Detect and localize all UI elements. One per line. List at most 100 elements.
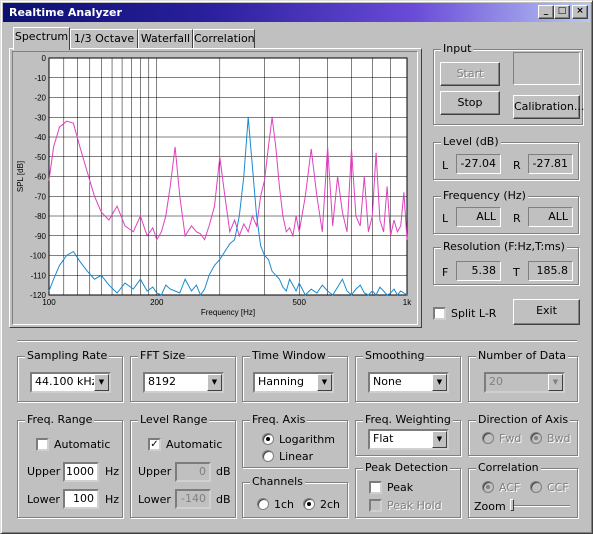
split-lr-label: Split L-R bbox=[451, 307, 497, 320]
fwd-radio[interactable] bbox=[482, 432, 494, 444]
number-of-data-select[interactable]: 20 ▼ bbox=[484, 372, 565, 393]
fwd-label: Fwd bbox=[499, 432, 522, 445]
resolution-t-value: 185.8 bbox=[528, 261, 573, 281]
chevron-down-icon[interactable]: ▼ bbox=[548, 374, 563, 391]
freq-range-label: Freq. Range bbox=[25, 413, 95, 426]
chevron-down-icon[interactable]: ▼ bbox=[94, 374, 109, 391]
x-tick-label: 1k bbox=[403, 298, 412, 307]
level-range-automatic-label: Automatic bbox=[166, 438, 223, 451]
freq-lower-unit: Hz bbox=[105, 493, 120, 506]
analyzer-window: Realtime Analyzer _ □ × Spectrum 1/3 Oct… bbox=[0, 0, 593, 534]
stop-button[interactable]: Stop bbox=[440, 91, 500, 115]
level-l-value: -27.04 bbox=[456, 154, 501, 174]
y-tick-label: -40 bbox=[34, 133, 46, 142]
maximize-button[interactable]: □ bbox=[554, 5, 570, 19]
level-l-label: L bbox=[442, 159, 449, 172]
fft-size-value: 8192 bbox=[148, 375, 176, 388]
chevron-down-icon[interactable]: ▼ bbox=[207, 374, 222, 391]
close-button[interactable]: × bbox=[572, 5, 588, 19]
split-lr-checkbox[interactable] bbox=[433, 307, 446, 320]
sampling-rate-select[interactable]: 44.100 kHz ▼ bbox=[30, 372, 111, 393]
smoothing-select[interactable]: None ▼ bbox=[368, 372, 449, 393]
freq-axis-label: Freq. Axis bbox=[250, 413, 308, 426]
number-of-data-value: 20 bbox=[489, 375, 503, 388]
logarithm-radio[interactable] bbox=[262, 433, 274, 445]
channel-1-label: 1ch bbox=[274, 498, 295, 511]
x-tick-label: 200 bbox=[150, 298, 164, 307]
y-axis-label: SPL [dB] bbox=[16, 161, 25, 192]
y-tick-label: -50 bbox=[34, 153, 46, 162]
freq-lower-input[interactable]: 100 bbox=[63, 489, 99, 509]
freq-upper-input[interactable]: 1000 bbox=[63, 462, 99, 482]
freq-range-automatic-checkbox[interactable] bbox=[36, 438, 49, 451]
level-upper-unit: dB bbox=[216, 465, 231, 478]
y-tick-label: -10 bbox=[34, 74, 46, 83]
level-group-label: Level (dB) bbox=[441, 135, 501, 148]
level-lower-label: Lower bbox=[138, 493, 171, 506]
tab-waterfall[interactable]: Waterfall bbox=[138, 29, 193, 49]
input-group-label: Input bbox=[441, 42, 474, 55]
y-tick-label: -60 bbox=[34, 173, 46, 182]
plot-frame: 0 -10 -20 -30 -40 -50 -60 -70 -80 -90 -100 -110 -120… bbox=[12, 51, 418, 325]
channels-label: Channels bbox=[250, 475, 305, 488]
chevron-down-icon[interactable]: ▼ bbox=[432, 431, 447, 448]
channel-2-label: 2ch bbox=[320, 498, 341, 511]
sampling-rate-value: 44.100 kHz bbox=[35, 375, 98, 388]
channel-2-radio[interactable] bbox=[303, 498, 315, 510]
peak-hold-checkbox[interactable] bbox=[369, 499, 382, 512]
frequency-l-value: ALL bbox=[456, 207, 501, 227]
level-r-label: R bbox=[513, 159, 521, 172]
freq-weighting-select[interactable]: Flat ▼ bbox=[368, 429, 449, 450]
bwd-radio[interactable] bbox=[530, 432, 542, 444]
freq-weighting-value: Flat bbox=[373, 432, 394, 445]
zoom-label: Zoom bbox=[474, 500, 506, 513]
level-lower-unit: dB bbox=[216, 493, 231, 506]
level-lower-input[interactable]: -140 bbox=[175, 489, 211, 509]
resolution-t-label: T bbox=[513, 266, 520, 279]
level-upper-label: Upper bbox=[138, 465, 172, 478]
zoom-slider-thumb[interactable] bbox=[510, 499, 514, 511]
y-tick-label: -80 bbox=[34, 212, 46, 221]
y-tick-label: -110 bbox=[31, 271, 47, 280]
freq-range-automatic-label: Automatic bbox=[54, 438, 111, 451]
level-range-automatic-checkbox[interactable]: ✓ bbox=[148, 438, 161, 451]
title-bar[interactable]: Realtime Analyzer _ □ × bbox=[3, 3, 590, 22]
level-upper-input[interactable]: 0 bbox=[175, 462, 211, 482]
zoom-slider-track[interactable] bbox=[510, 505, 570, 507]
peak-label: Peak bbox=[387, 481, 414, 494]
level-range-label: Level Range bbox=[138, 413, 210, 426]
calibration-button[interactable]: Calibration... bbox=[513, 95, 584, 119]
fft-size-label: FFT Size bbox=[138, 349, 188, 362]
chevron-down-icon[interactable]: ▼ bbox=[317, 374, 332, 391]
y-tick-label: 0 bbox=[42, 54, 47, 63]
resolution-f-value: 5.38 bbox=[456, 261, 501, 281]
acf-label: ACF bbox=[499, 481, 521, 494]
tab-spectrum[interactable]: Spectrum bbox=[13, 27, 70, 50]
time-window-value: Hanning bbox=[258, 375, 304, 388]
window-title: Realtime Analyzer bbox=[9, 6, 122, 19]
separator bbox=[17, 340, 577, 342]
linear-label: Linear bbox=[279, 450, 314, 463]
exit-button[interactable]: Exit bbox=[513, 299, 580, 325]
direction-of-axis-label: Direction of Axis bbox=[476, 413, 571, 426]
linear-radio[interactable] bbox=[262, 450, 274, 462]
x-tick-label: 100 bbox=[42, 298, 56, 307]
start-button[interactable]: Start bbox=[440, 62, 500, 86]
fft-size-select[interactable]: 8192 ▼ bbox=[143, 372, 224, 393]
time-window-label: Time Window bbox=[250, 349, 328, 362]
acf-radio[interactable] bbox=[482, 481, 494, 493]
channel-1-radio[interactable] bbox=[257, 498, 269, 510]
ccf-label: CCF bbox=[547, 481, 569, 494]
chevron-down-icon[interactable]: ▼ bbox=[432, 374, 447, 391]
ccf-radio[interactable] bbox=[530, 481, 542, 493]
sampling-rate-label: Sampling Rate bbox=[25, 349, 110, 362]
peak-checkbox[interactable] bbox=[369, 481, 382, 494]
tab-correlation[interactable]: Correlation bbox=[193, 29, 255, 49]
tab-third-octave[interactable]: 1/3 Octave bbox=[70, 29, 138, 49]
frequency-l-label: L bbox=[442, 212, 449, 225]
time-window-select[interactable]: Hanning ▼ bbox=[253, 372, 334, 393]
y-tick-label: -20 bbox=[34, 94, 46, 103]
smoothing-value: None bbox=[373, 375, 402, 388]
freq-weighting-label: Freq. Weighting bbox=[363, 413, 453, 426]
minimize-button[interactable]: _ bbox=[538, 5, 554, 19]
